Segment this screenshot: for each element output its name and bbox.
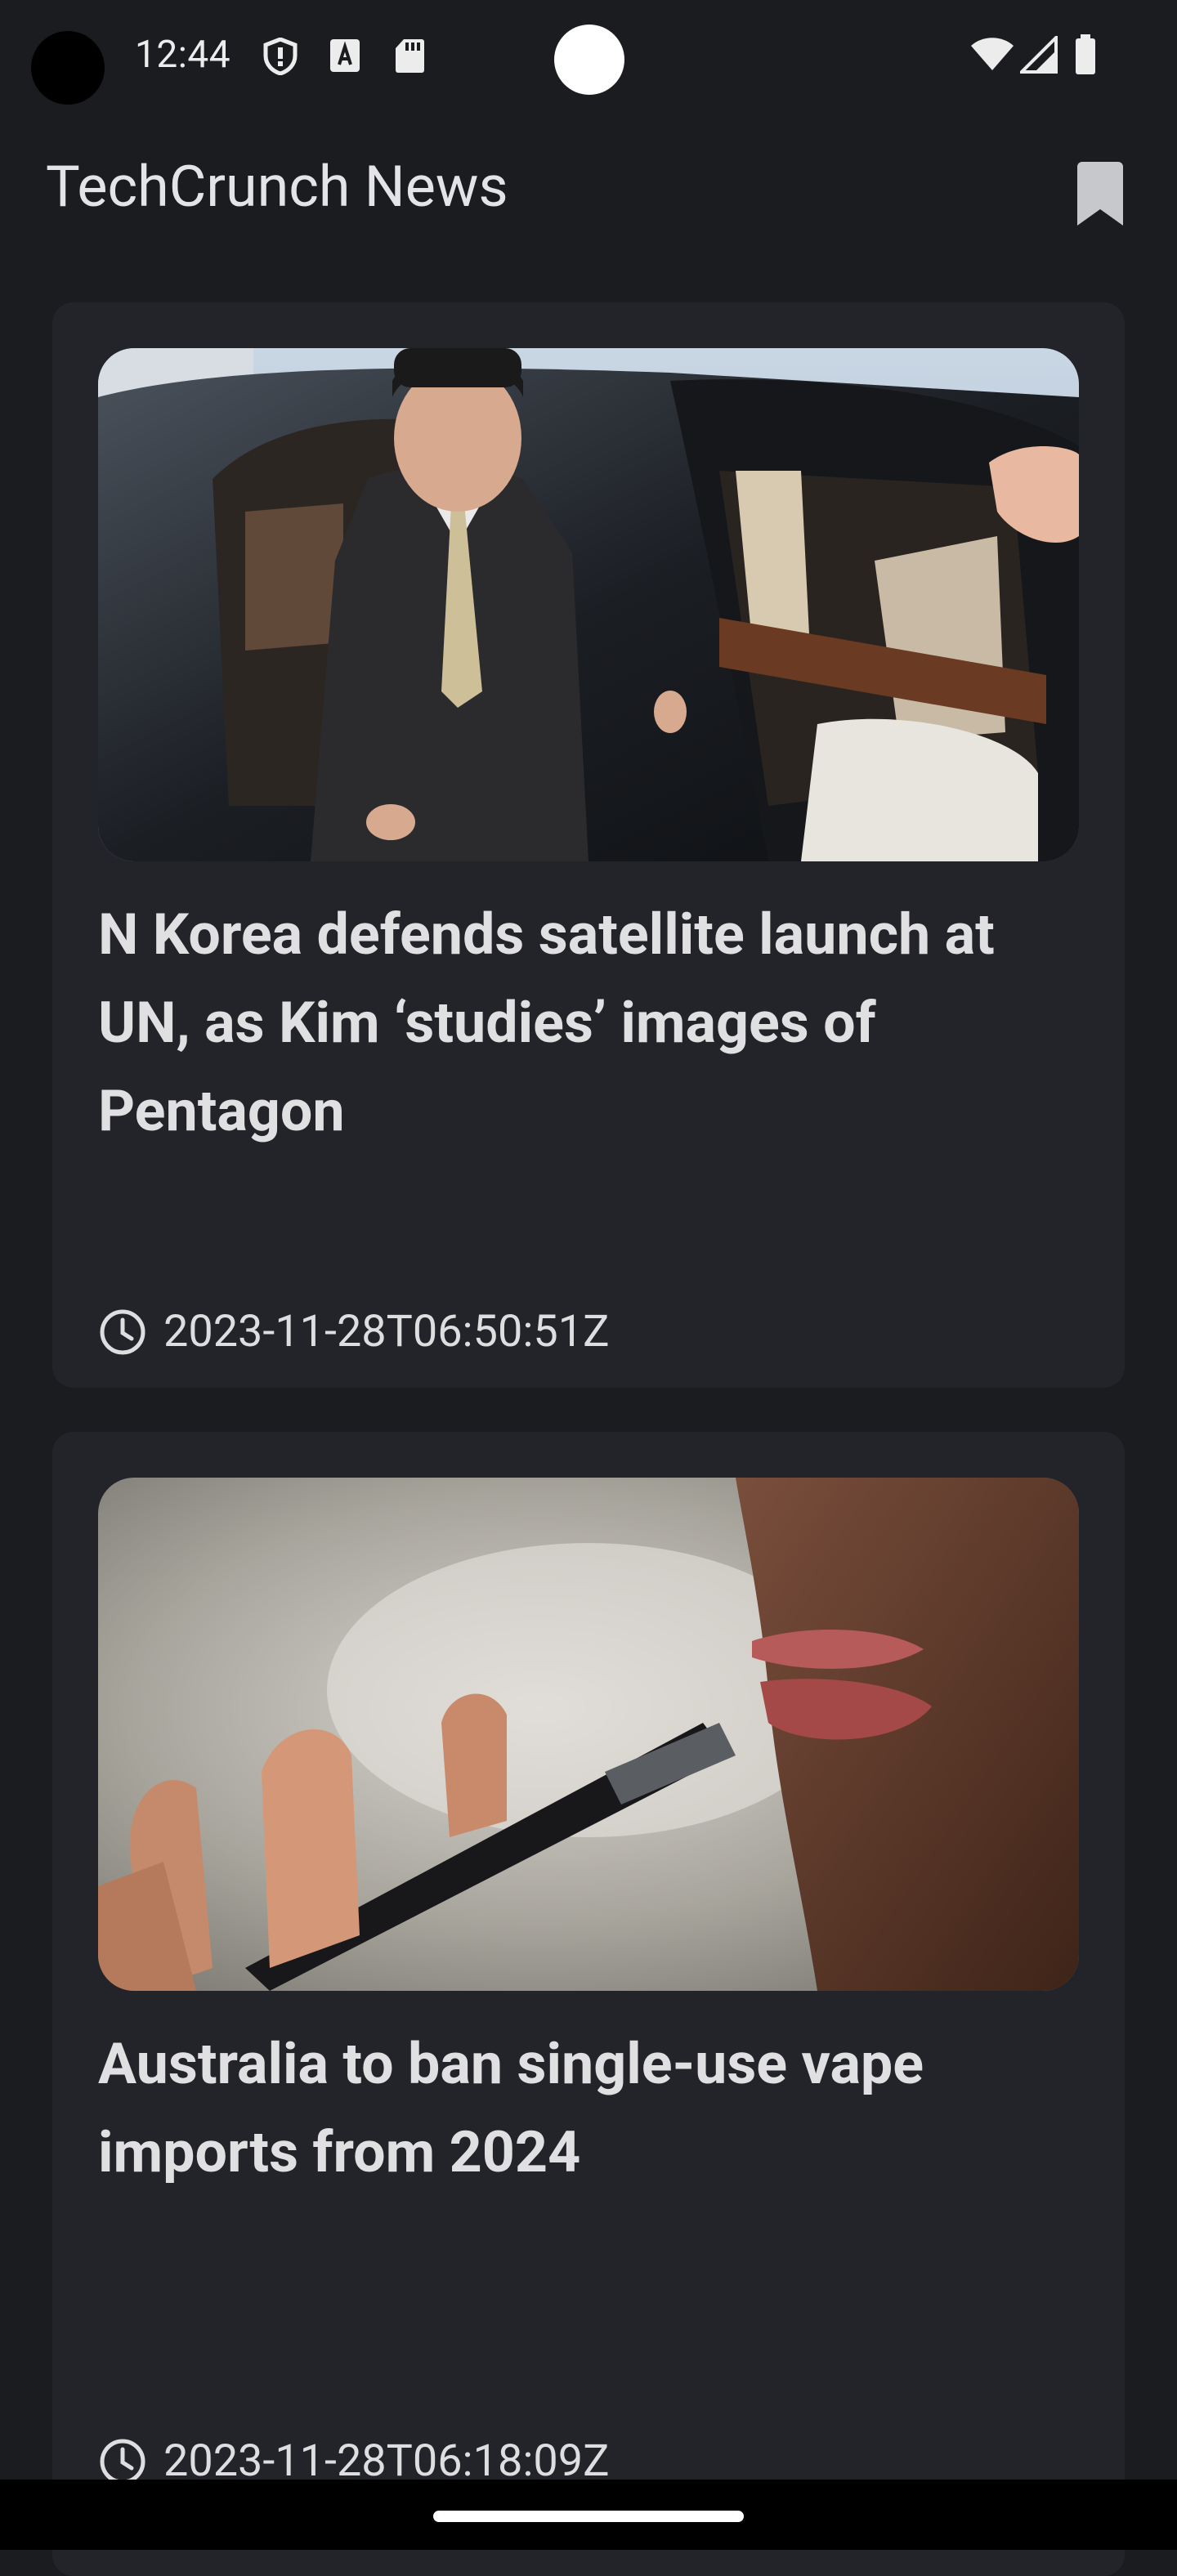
signal-icon	[1018, 34, 1058, 77]
status-bar: 12:44	[0, 0, 1177, 114]
font-a-icon	[329, 38, 361, 77]
wifi-icon	[969, 36, 1015, 75]
camera-cutout	[31, 31, 105, 105]
clock-icon	[100, 1309, 145, 1354]
article-card[interactable]: N Korea defends satellite launch at UN, …	[52, 302, 1125, 1388]
article-image	[98, 348, 1079, 861]
article-image	[98, 1478, 1079, 1991]
sd-card-icon	[394, 38, 425, 77]
bookmarks-button[interactable]	[1071, 155, 1133, 234]
article-date: 2023-11-28T06:50:51Z	[163, 1306, 610, 1357]
front-camera	[554, 25, 624, 95]
article-timestamp: 2023-11-28T06:50:51Z	[98, 1306, 609, 1357]
battery-icon	[1074, 34, 1097, 78]
clock-icon	[100, 2439, 145, 2484]
shield-icon	[263, 37, 298, 78]
home-gesture-handle[interactable]	[433, 2511, 744, 2522]
article-card[interactable]: Australia to ban single-use vape imports…	[52, 1432, 1125, 2576]
article-title: Australia to ban single-use vape imports…	[98, 2031, 924, 2186]
app-title: TechCrunch News	[46, 154, 508, 221]
status-time: 12:44	[135, 33, 231, 77]
article-title: N Korea defends satellite launch at UN, …	[98, 901, 995, 1145]
bookmark-icon	[1077, 162, 1123, 226]
